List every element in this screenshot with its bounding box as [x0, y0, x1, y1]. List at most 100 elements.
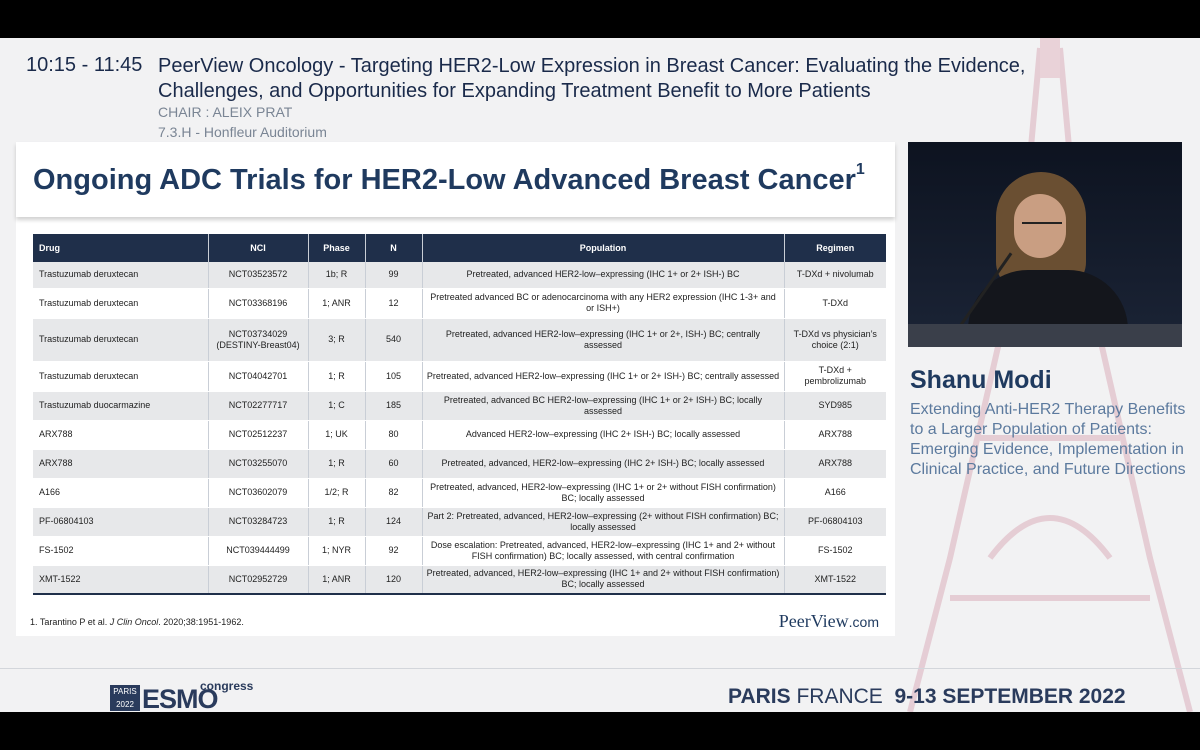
cell-drug: Trastuzumab duocarmazine	[33, 391, 209, 421]
cell-nci: NCT03284723	[208, 507, 309, 537]
cell-n: 124	[365, 507, 423, 537]
lectern	[908, 324, 1182, 347]
cell-regimen: ARX788	[784, 449, 886, 479]
cell-n: 92	[365, 536, 423, 566]
cell-population: Pretreated, advanced HER2-low–expressing…	[422, 318, 785, 362]
session-chair: CHAIR : ALEIX PRAT	[158, 104, 293, 120]
cell-population: Pretreated, advanced HER2-low–expressing…	[422, 361, 785, 392]
cell-phase: 1; NYR	[308, 536, 366, 566]
column-header-nci: NCI	[208, 234, 309, 262]
logo-city: PARIS	[113, 687, 137, 696]
cell-drug: FS-1502	[33, 536, 209, 566]
cell-drug: Trastuzumab deruxtecan	[33, 262, 209, 289]
glasses-icon	[1022, 222, 1062, 230]
cell-phase: 1; R	[308, 449, 366, 479]
cell-regimen: T-DXd vs physician’s choice (2:1)	[784, 318, 886, 362]
cell-drug: Trastuzumab deruxtecan	[33, 318, 209, 362]
cell-nci: NCT03368196	[208, 288, 309, 319]
cell-phase: 1; R	[308, 361, 366, 392]
footnote-citation: . 2020;38:1951-1962.	[158, 617, 244, 627]
column-header-n: N	[365, 234, 423, 262]
cell-population: Pretreated, advanced, HER2-low–expressin…	[422, 449, 785, 479]
cell-regimen: XMT-1522	[784, 565, 886, 595]
footnote-journal: J Clin Oncol	[109, 617, 159, 627]
cell-nci: NCT03255070	[208, 449, 309, 479]
table-row: Trastuzumab duocarmazine NCT02277717 1; C1…	[33, 391, 886, 421]
slide: Ongoing ADC Trials for HER2-Low Advanced…	[16, 142, 895, 636]
cell-population: Pretreated, advanced, HER2-low–expressin…	[422, 478, 785, 508]
cell-nci: NCT02512237	[208, 420, 309, 450]
cell-drug: A166	[33, 478, 209, 508]
cell-n: 82	[365, 478, 423, 508]
slide-title-superscript: 1	[855, 161, 865, 179]
table-row: A166 NCT03602079 1/2; R 82 Pretreated, advan…	[33, 478, 886, 508]
cell-population: Pretreated, advanced HER2-low–expressing…	[422, 262, 785, 289]
logo-year: 2022	[116, 700, 134, 709]
cell-regimen: SYD985	[784, 391, 886, 421]
cell-n: 60	[365, 449, 423, 479]
slide-title: Ongoing ADC Trials for HER2-Low Advanced…	[33, 161, 865, 197]
table-row: Trastuzumab deruxtecan NCT03734029 (DESTI…	[33, 318, 886, 362]
footnote-authors: 1. Tarantino P et al.	[30, 617, 110, 627]
cell-drug: ARX788	[33, 449, 209, 479]
speaker-talk-title: Extending Anti-HER2 Therapy Benefits to …	[910, 401, 1186, 478]
cell-nci: NCT03602079	[208, 478, 309, 508]
table-row: XMT-1522 NCT02952729 1; ANR 120 Pretreated, …	[33, 565, 886, 595]
footnote: 1. Tarantino P et al. J Clin Oncol. 2020…	[30, 617, 244, 627]
brand-name: PeerView	[778, 611, 849, 631]
trials-table: Drug NCI Phase N Population Regimen Tras…	[33, 234, 886, 595]
cell-regimen: FS-1502	[784, 536, 886, 566]
cell-nci: NCT03523572	[208, 262, 309, 289]
session-room: 7.3.H - Honfleur Auditorium	[158, 124, 327, 140]
slide-title-text: Ongoing ADC Trials for HER2-Low Advanced…	[33, 164, 856, 196]
column-header-regimen: Regimen	[784, 234, 886, 262]
peerview-logo: PeerView.com	[779, 611, 879, 632]
session-title: PeerView Oncology - Targeting HER2-Low E…	[158, 55, 1026, 102]
cell-n: 105	[365, 361, 423, 392]
speaker-name: Shanu Modi	[910, 366, 1052, 394]
cell-regimen: PF-06804103	[784, 507, 886, 537]
cell-drug: XMT-1522	[33, 565, 209, 595]
cell-nci: NCT03734029 (DESTINY-Breast04)	[208, 318, 309, 362]
cell-n: 540	[365, 318, 423, 362]
cell-nci: NCT04042701	[208, 361, 309, 392]
table-row: FS-1502 NCT039444499 1; NYR 92 Dose escalati…	[33, 536, 886, 566]
table-row: PF-06804103 NCT03284723 1; R 124 Part 2: Pre…	[33, 507, 886, 537]
cell-nci: NCT039444499	[208, 536, 309, 566]
speaker-video	[908, 142, 1182, 347]
cell-population: Dose escalation: Pretreated, advanced, H…	[422, 536, 785, 566]
event-dates: 9-13 SEPTEMBER 2022	[894, 685, 1126, 708]
cell-nci: NCT02277717	[208, 391, 309, 421]
letterbox-bottom	[0, 712, 1200, 750]
logo-congress: congress	[200, 679, 254, 693]
cell-regimen: T-DXd + pembrolizumab	[784, 361, 886, 392]
cell-population: Pretreated, advanced, HER2-low–expressin…	[422, 565, 785, 595]
event-location-dates: PARIS FRANCE 9-13 SEPTEMBER 2022	[728, 685, 1126, 709]
cell-phase: 1; ANR	[308, 565, 366, 595]
cell-n: 80	[365, 420, 423, 450]
cell-population: Pretreated, advanced BC HER2-low–express…	[422, 391, 785, 421]
cell-n: 120	[365, 565, 423, 595]
footer-divider	[0, 668, 1200, 669]
column-header-population: Population	[422, 234, 785, 262]
cell-drug: Trastuzumab deruxtecan	[33, 361, 209, 392]
column-header-phase: Phase	[308, 234, 366, 262]
cell-regimen: T-DXd + nivolumab	[784, 262, 886, 289]
table-row: Trastuzumab deruxtecan NCT03368196 1; ANR 1…	[33, 288, 886, 319]
cell-phase: 1; UK	[308, 420, 366, 450]
cell-regimen: ARX788	[784, 420, 886, 450]
logo-city-badge: PARIS 2022	[110, 685, 140, 711]
table-row: ARX788 NCT02512237 1; UK 80 Advanced HER2-lo…	[33, 420, 886, 450]
cell-n: 12	[365, 288, 423, 319]
cell-drug: ARX788	[33, 420, 209, 450]
cell-population: Pretreated advanced BC or adenocarcinoma…	[422, 288, 785, 319]
session-time: 10:15 - 11:45	[26, 54, 143, 76]
slide-header: Ongoing ADC Trials for HER2-Low Advanced…	[16, 142, 895, 217]
table-row: Trastuzumab deruxtecan NCT04042701 1; R 105…	[33, 361, 886, 392]
brand-suffix: .com	[848, 614, 879, 630]
cell-phase: 1; C	[308, 391, 366, 421]
esmo-congress-logo: PARIS 2022 ESMO congress	[110, 679, 253, 712]
cell-nci: NCT02952729	[208, 565, 309, 595]
table-header-row: Drug NCI Phase N Population Regimen	[33, 234, 886, 262]
cell-drug: PF-06804103	[33, 507, 209, 537]
